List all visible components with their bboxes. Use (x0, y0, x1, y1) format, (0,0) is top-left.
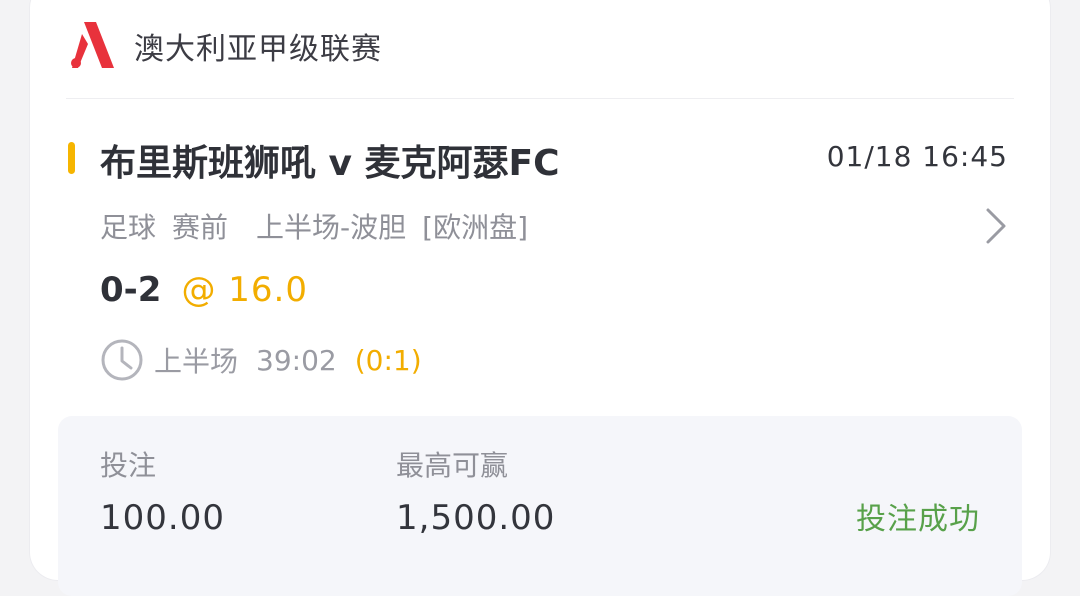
match-title: 布里斯班狮吼 v 麦克阿瑟FC (100, 143, 560, 184)
stake-value: 100.00 (100, 498, 225, 538)
match-time: 01/18 16:45 (826, 140, 1008, 173)
brand-logo-icon (71, 22, 114, 68)
stake-label: 投注 (100, 449, 157, 482)
league-header: 澳大利亚甲级联赛 (70, 18, 382, 74)
max-win-value: 1,500.00 (396, 498, 556, 538)
market-label: 上半场-波胆 (256, 211, 407, 244)
stage-label: 赛前 (172, 211, 229, 244)
clock-icon (101, 339, 143, 381)
pick-selection: 0-2 (100, 270, 162, 310)
divider (66, 98, 1014, 99)
accent-bar (68, 142, 75, 174)
bet-summary-panel: 投注 100.00 最高可赢 1,500.00 投注成功 (58, 416, 1022, 596)
match-period: 上半场 (154, 345, 239, 378)
bet-record-card: 澳大利亚甲级联赛 布里斯班狮吼 v 麦克阿瑟FC 01/18 16:45 足球 … (30, 0, 1050, 596)
live-status-row: 上半场 39:02 (0:1) (100, 338, 422, 382)
odds-type-label: [欧洲盘] (422, 211, 528, 244)
bet-meta[interactable]: 足球 赛前 上半场-波胆 [欧洲盘] (100, 206, 556, 246)
pick-odds: @ 16.0 (181, 270, 308, 310)
max-win-column: 最高可赢 1,500.00 (396, 444, 555, 538)
sport-label: 足球 (100, 211, 157, 244)
stake-column: 投注 100.00 (100, 444, 225, 538)
bet-status: 投注成功 (856, 502, 980, 537)
pick-row: 0-2 @ 16.0 (100, 270, 308, 310)
match-elapsed: 39:02 (256, 343, 337, 377)
live-score: (0:1) (354, 343, 422, 377)
league-name: 澳大利亚甲级联赛 (134, 32, 382, 67)
max-win-label: 最高可赢 (396, 449, 509, 482)
chevron-right-icon[interactable] (982, 206, 1010, 246)
